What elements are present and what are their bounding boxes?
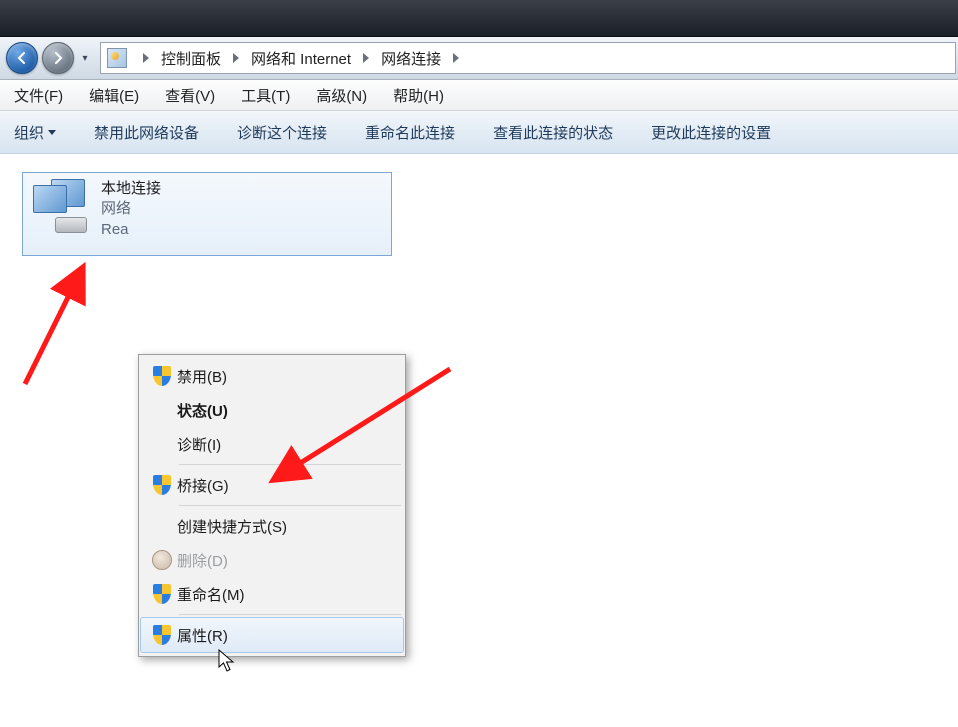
- ctx-rename[interactable]: 重命名(M): [141, 577, 403, 611]
- menu-advanced[interactable]: 高级(N): [312, 83, 371, 108]
- arrow-right-icon: [51, 51, 65, 65]
- back-button[interactable]: [6, 42, 38, 74]
- ctx-status[interactable]: 状态(U): [141, 393, 403, 427]
- toolbar-disable-device[interactable]: 禁用此网络设备: [94, 122, 199, 143]
- menu-view[interactable]: 查看(V): [161, 83, 219, 108]
- ctx-disable[interactable]: 禁用(B): [141, 359, 403, 393]
- menu-edit[interactable]: 编辑(E): [85, 83, 143, 108]
- shield-icon: [153, 584, 171, 604]
- breadcrumb-network-internet[interactable]: 网络和 Internet: [247, 44, 355, 72]
- chevron-right-icon: [363, 53, 369, 63]
- menu-separator: [179, 505, 401, 506]
- menu-bar: 文件(F) 编辑(E) 查看(V) 工具(T) 高级(N) 帮助(H): [0, 80, 958, 111]
- window-titlebar: [0, 0, 958, 37]
- connection-text: 本地连接 网络 Rea: [101, 179, 161, 249]
- ctx-create-shortcut[interactable]: 创建快捷方式(S): [141, 509, 403, 543]
- connection-item-local[interactable]: 本地连接 网络 Rea: [22, 172, 392, 256]
- menu-separator: [179, 464, 401, 465]
- connection-name: 本地连接: [101, 179, 161, 199]
- arrow-left-icon: [15, 51, 29, 65]
- content-area: 本地连接 网络 Rea 禁用(B) 状态(U) 诊断(I) 桥接(G) 创建快捷…: [0, 154, 958, 727]
- annotation-arrow-icon: [25, 269, 82, 384]
- toolbar-view-status[interactable]: 查看此连接的状态: [493, 122, 613, 143]
- menu-help[interactable]: 帮助(H): [389, 83, 448, 108]
- forward-button[interactable]: [42, 42, 74, 74]
- chevron-right-icon: [453, 53, 459, 63]
- breadcrumb-control-panel[interactable]: 控制面板: [157, 44, 225, 72]
- breadcrumb-network-connections[interactable]: 网络连接: [377, 44, 445, 72]
- ctx-properties[interactable]: 属性(R): [140, 617, 404, 653]
- toolbar-rename[interactable]: 重命名此连接: [365, 122, 455, 143]
- shield-icon: [153, 475, 171, 495]
- toolbar-diagnose[interactable]: 诊断这个连接: [237, 122, 327, 143]
- connection-device: Rea: [101, 220, 161, 240]
- toolbar-organize[interactable]: 组织: [14, 122, 56, 143]
- nav-history-dropdown[interactable]: ▾: [78, 44, 92, 72]
- chevron-down-icon: [48, 130, 56, 135]
- toolbar: 组织 禁用此网络设备 诊断这个连接 重命名此连接 查看此连接的状态 更改此连接的…: [0, 111, 958, 154]
- nav-bar: ▾ 控制面板 网络和 Internet 网络连接: [0, 37, 958, 80]
- toolbar-change-settings[interactable]: 更改此连接的设置: [651, 122, 771, 143]
- chevron-right-icon: [233, 53, 239, 63]
- network-adapter-icon: [33, 179, 91, 237]
- connection-status: 网络: [101, 199, 161, 219]
- toolbar-organize-label: 组织: [14, 122, 44, 143]
- ctx-diagnose[interactable]: 诊断(I): [141, 427, 403, 461]
- context-menu: 禁用(B) 状态(U) 诊断(I) 桥接(G) 创建快捷方式(S) 删除(D) …: [138, 354, 406, 657]
- menu-separator: [179, 614, 401, 615]
- shield-icon: [153, 625, 171, 645]
- shield-icon: [153, 366, 171, 386]
- location-icon: [107, 48, 127, 68]
- ctx-bridge[interactable]: 桥接(G): [141, 468, 403, 502]
- chevron-right-icon: [143, 53, 149, 63]
- menu-tools[interactable]: 工具(T): [237, 83, 294, 108]
- address-bar[interactable]: 控制面板 网络和 Internet 网络连接: [100, 42, 956, 74]
- fingerprint-icon: [152, 550, 172, 570]
- menu-file[interactable]: 文件(F): [10, 83, 67, 108]
- ctx-delete: 删除(D): [141, 543, 403, 577]
